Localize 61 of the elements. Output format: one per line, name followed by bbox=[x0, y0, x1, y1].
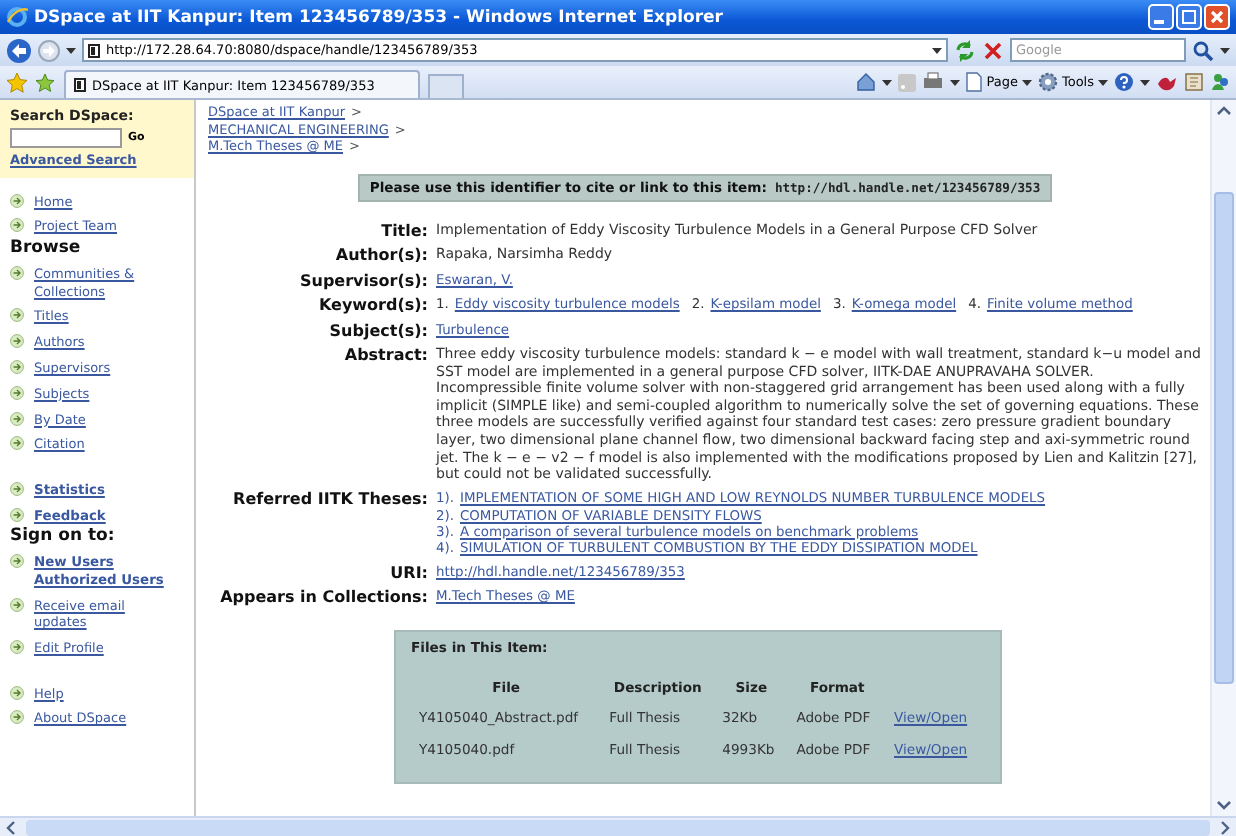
minimize-icon[interactable] bbox=[1148, 4, 1174, 30]
add-favorite-icon[interactable] bbox=[34, 71, 56, 93]
bullet-arrow-icon bbox=[10, 507, 24, 522]
favorites-star-icon[interactable] bbox=[6, 71, 28, 93]
bullet-arrow-icon bbox=[10, 554, 24, 569]
field-label: Subject(s): bbox=[327, 321, 428, 339]
bullet-arrow-icon bbox=[10, 710, 24, 725]
bird-icon[interactable] bbox=[1156, 73, 1178, 91]
site-icon bbox=[74, 78, 86, 92]
bullet-arrow-icon bbox=[10, 308, 24, 323]
caret-icon[interactable] bbox=[1220, 47, 1230, 53]
search-icon[interactable] bbox=[1192, 39, 1214, 61]
section-heading: Sign on to: bbox=[10, 526, 117, 547]
refresh-icon[interactable] bbox=[954, 39, 976, 61]
home-icon[interactable] bbox=[856, 72, 877, 92]
bullet-arrow-icon bbox=[10, 640, 24, 655]
bullet-arrow-icon bbox=[10, 266, 24, 281]
bullet-arrow-icon bbox=[10, 436, 24, 451]
field-label: Keyword(s): bbox=[316, 296, 428, 314]
scroll-right-icon[interactable] bbox=[1216, 819, 1232, 835]
scroll-thumb[interactable] bbox=[26, 819, 1210, 835]
maximize-icon[interactable] bbox=[1176, 4, 1202, 30]
caret-icon[interactable] bbox=[882, 79, 893, 85]
window-title: DSpace at IIT Kanpur: Item 123456789/353 - Windows Internet Explorer bbox=[34, 7, 725, 27]
caret-icon[interactable] bbox=[1140, 79, 1150, 85]
field-label: Author(s): bbox=[333, 246, 428, 264]
field-label: Supervisor(s): bbox=[298, 271, 428, 289]
scroll-thumb[interactable] bbox=[1214, 192, 1234, 684]
bullet-arrow-icon bbox=[10, 411, 24, 426]
bullet-arrow-icon bbox=[10, 481, 24, 496]
caret-icon[interactable] bbox=[1021, 79, 1032, 85]
bullet-arrow-icon bbox=[10, 359, 24, 374]
field-label: Referred IITK Theses: bbox=[231, 490, 428, 513]
browser-icon bbox=[6, 6, 28, 28]
bullet-arrow-icon bbox=[10, 597, 24, 612]
section-heading: Browse bbox=[10, 237, 83, 258]
bullet-arrow-icon bbox=[10, 685, 24, 700]
site-icon bbox=[88, 43, 100, 57]
research-icon[interactable] bbox=[1184, 72, 1204, 92]
bullet-arrow-icon bbox=[10, 334, 24, 349]
page-icon bbox=[966, 72, 983, 92]
stop-icon[interactable] bbox=[982, 39, 1004, 61]
messenger-icon[interactable] bbox=[1210, 72, 1230, 92]
caret-icon[interactable] bbox=[950, 79, 961, 85]
caret-icon[interactable] bbox=[66, 47, 76, 53]
search-field[interactable] bbox=[10, 128, 122, 148]
bullet-arrow-icon bbox=[10, 218, 24, 233]
scroll-left-icon[interactable] bbox=[4, 819, 20, 835]
bullet-arrow-icon bbox=[10, 193, 24, 207]
back-icon[interactable] bbox=[6, 37, 32, 63]
help-icon[interactable] bbox=[1114, 72, 1134, 92]
field-label: Title: bbox=[379, 221, 428, 239]
close-icon[interactable] bbox=[1204, 4, 1230, 30]
print-icon[interactable] bbox=[922, 72, 945, 92]
field-label: Appears in Collections: bbox=[218, 588, 428, 607]
bullet-arrow-icon bbox=[10, 385, 24, 400]
field-label: URI: bbox=[388, 563, 428, 582]
caret-icon[interactable] bbox=[932, 47, 942, 53]
field-label: Abstract: bbox=[342, 346, 428, 368]
caret-icon[interactable] bbox=[1098, 79, 1108, 85]
gear-icon bbox=[1037, 72, 1058, 92]
